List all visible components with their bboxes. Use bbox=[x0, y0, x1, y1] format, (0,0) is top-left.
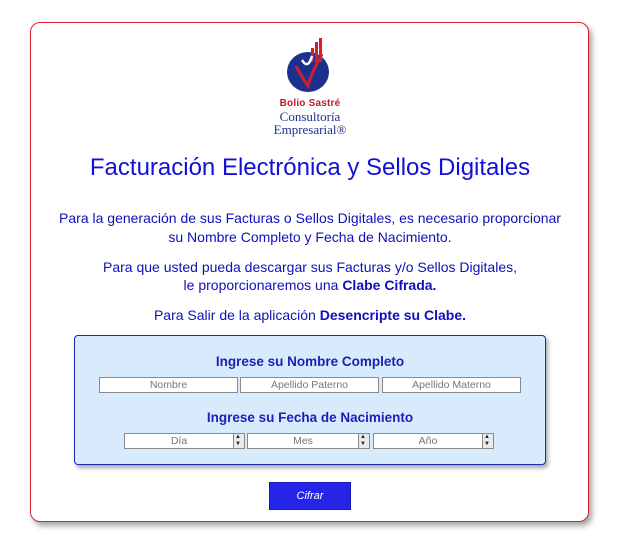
logo-emblem-icon bbox=[287, 38, 329, 92]
spin-up-icon[interactable]: ▲ bbox=[360, 434, 366, 441]
desencripte-text: Desencripte su Clabe. bbox=[319, 307, 467, 323]
spin-down-icon[interactable]: ▼ bbox=[484, 441, 490, 448]
exit-prefix: Para Salir de la aplicación bbox=[153, 307, 320, 323]
download-prefix: le proporcionaremos una bbox=[183, 277, 343, 293]
nombre-input[interactable]: Nombre bbox=[99, 377, 238, 393]
apellido-materno-input[interactable]: Apellido Materno bbox=[382, 377, 521, 393]
birth-heading: Ingrese su Fecha de Nacimiento bbox=[206, 410, 414, 425]
anio-stepper[interactable]: Año ▲ ▼ bbox=[373, 433, 495, 449]
company-logo: Bolio Sastré Consultoría Empresarial® bbox=[0, 36, 620, 146]
page-title: Facturación Electrónica y Sellos Digital… bbox=[89, 154, 531, 181]
spin-up-icon[interactable]: ▲ bbox=[484, 434, 490, 441]
mes-spin-buttons[interactable]: ▲ ▼ bbox=[358, 433, 370, 449]
mes-field[interactable]: Mes bbox=[247, 433, 359, 449]
dia-spin-buttons[interactable]: ▲ ▼ bbox=[233, 433, 245, 449]
brand-name: Bolio Sastré bbox=[279, 98, 341, 109]
dia-field[interactable]: Día bbox=[124, 433, 234, 449]
spin-down-icon[interactable]: ▼ bbox=[360, 441, 366, 448]
brand-subtitle-2: Empresarial® bbox=[273, 122, 347, 137]
mes-stepper[interactable]: Mes ▲ ▼ bbox=[247, 433, 371, 449]
dia-stepper[interactable]: Día ▲ ▼ bbox=[124, 433, 246, 449]
form-panel: Ingrese su Nombre Completo Nombre Apelli… bbox=[74, 335, 546, 465]
exit-line: Para Salir de la aplicación Desencripte … bbox=[0, 306, 620, 324]
spin-up-icon[interactable]: ▲ bbox=[235, 434, 241, 441]
intro-line-2: su Nombre Completo y Fecha de Nacimiento… bbox=[168, 229, 452, 245]
intro-line-1: Para la generación de sus Facturas o Sel… bbox=[59, 210, 561, 226]
spin-down-icon[interactable]: ▼ bbox=[235, 441, 241, 448]
anio-spin-buttons[interactable]: ▲ ▼ bbox=[482, 433, 494, 449]
clabe-cifrada-text: Clabe Cifrada. bbox=[342, 277, 437, 293]
download-line-1: Para que usted pueda descargar sus Factu… bbox=[102, 259, 517, 275]
anio-field[interactable]: Año bbox=[373, 433, 483, 449]
apellido-paterno-input[interactable]: Apellido Paterno bbox=[240, 377, 379, 393]
name-heading: Ingrese su Nombre Completo bbox=[215, 354, 405, 369]
download-line-2: le proporcionaremos una Clabe Cifrada. bbox=[0, 276, 620, 294]
cifrar-button[interactable]: Cifrar bbox=[269, 482, 351, 510]
